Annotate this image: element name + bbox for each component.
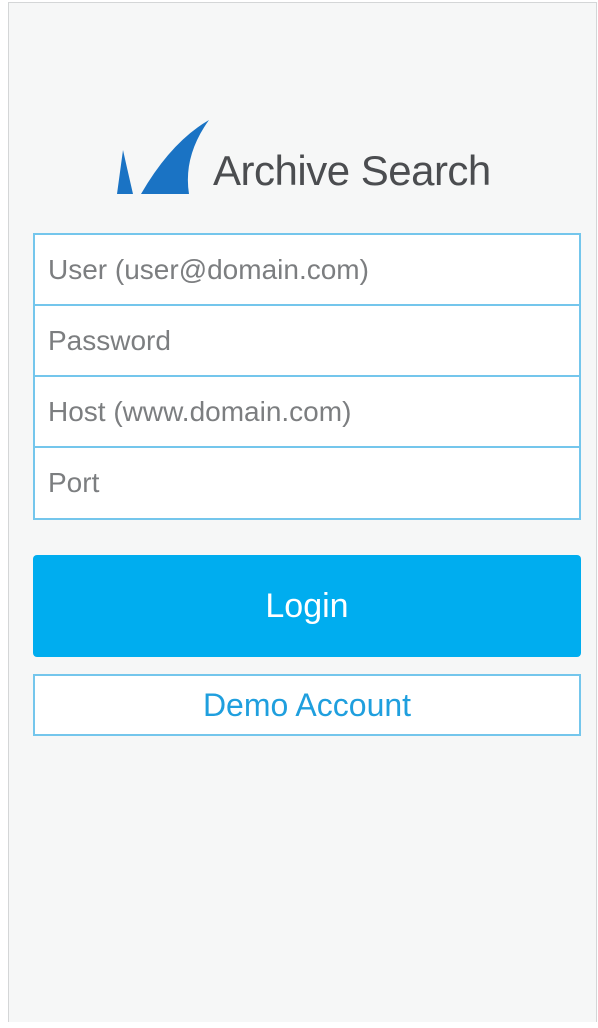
host-field-row: [35, 377, 579, 448]
port-input[interactable]: [35, 448, 579, 518]
port-field-row: [35, 448, 579, 518]
app-logo: Archive Search: [113, 110, 491, 196]
demo-account-button[interactable]: Demo Account: [33, 674, 581, 736]
login-screen: Archive Search Login Demo Account: [8, 2, 597, 1022]
user-input[interactable]: [35, 235, 579, 304]
user-field-row: [35, 235, 579, 306]
login-form: [33, 233, 581, 520]
login-button[interactable]: Login: [33, 555, 581, 657]
host-input[interactable]: [35, 377, 579, 446]
password-field-row: [35, 306, 579, 377]
app-title: Archive Search: [213, 147, 491, 194]
password-input[interactable]: [35, 306, 579, 375]
barracuda-fin-icon: [117, 120, 209, 194]
